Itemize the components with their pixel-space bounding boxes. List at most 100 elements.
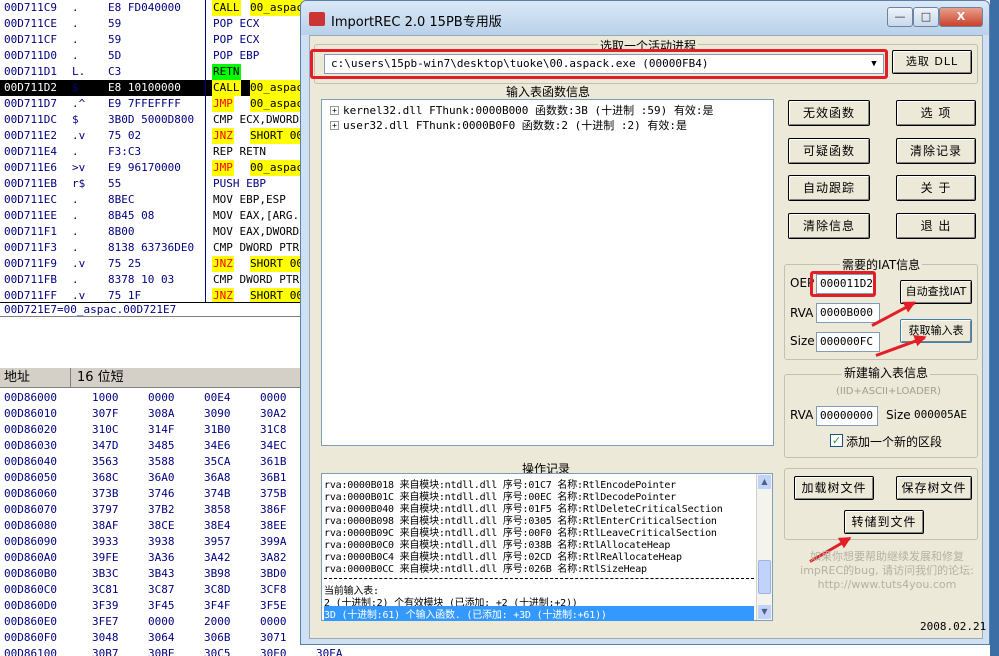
- dump-word: 3797: [92, 503, 119, 516]
- maximize-button[interactable]: □: [913, 7, 939, 27]
- disasm-hex: 8378 10 03: [108, 273, 175, 286]
- rva-input[interactable]: 0000B000: [816, 303, 880, 323]
- dump-row[interactable]: 00D86060373B3746374B375B3768: [0, 486, 343, 502]
- disasm-row[interactable]: 00D711E2.v75 02JNZSHORT 00_aspac.00D711E…: [0, 128, 320, 144]
- pick-dll-button[interactable]: 选取 DLL: [892, 50, 972, 74]
- close-button[interactable]: X: [939, 7, 983, 27]
- title-bar[interactable]: ImportREC 2.0 15PB专用版 — □ X: [301, 1, 989, 35]
- disassembly-pane[interactable]: 00D711C9.E8 FD040000CALL00_aspac.00D716C…: [0, 0, 320, 302]
- disasm-row[interactable]: 00D711C9.E8 FD040000CALL00_aspac.00D716C…: [0, 0, 320, 16]
- expand-icon[interactable]: +: [330, 106, 339, 115]
- disasm-row[interactable]: 00D711CE. 59 POP ECX: [0, 16, 320, 32]
- dump-word: 374B: [204, 487, 231, 500]
- disasm-row[interactable]: 00D711EE. 8B45 08 MOV EAX,[ARG.1]: [0, 208, 320, 224]
- disasm-row[interactable]: 00D711F3.8138 63736DE0CMP DWORD PTR DS:[…: [0, 240, 320, 256]
- scroll-down-icon[interactable]: ▼: [758, 605, 771, 619]
- disasm-row[interactable]: 00D711D0. 5D POP EBP: [0, 48, 320, 64]
- expand-icon[interactable]: +: [330, 121, 339, 130]
- log-panel[interactable]: rva:0000B018 来自模块:ntdll.dll 序号:01C7 名称:R…: [321, 473, 773, 621]
- auto-trace-button[interactable]: 自动跟踪: [788, 175, 870, 201]
- dump-row[interactable]: 00D860B03B3C3B433B983BD03BE0: [0, 566, 343, 582]
- disasm-hex: 55: [108, 177, 122, 190]
- dump-word: 3563: [92, 455, 119, 468]
- disasm-hex: 59: [108, 33, 122, 46]
- dump-header-address[interactable]: 地址: [4, 368, 30, 388]
- dump-row[interactable]: 00D860403563358835CA361B3630: [0, 454, 343, 470]
- disasm-marker: .v: [72, 289, 86, 302]
- disasm-row[interactable]: 00D711D1 L. C3 RETN: [0, 64, 320, 80]
- dump-word: 3B3C: [92, 567, 119, 580]
- imports-tree[interactable]: + kernel32.dll FThunk:0000B000 函数数:3B (十进…: [321, 99, 774, 446]
- dump-row[interactable]: 00D8608038AF38CE38E438EE3900: [0, 518, 343, 534]
- disasm-row[interactable]: 00D711EC. 8BEC MOV EBP,ESP: [0, 192, 320, 208]
- dump-row[interactable]: 00D86100 30B7 30BE 30C5 30E0 30EA: [0, 646, 343, 656]
- disasm-row[interactable]: 00D711EB r$ 55 PUSH EBP: [0, 176, 320, 192]
- disasm-row[interactable]: 00D711D2$E8 10100000CALL00_aspac.00D721E…: [0, 80, 320, 96]
- tree-item-kernel32[interactable]: + kernel32.dll FThunk:0000B000 函数数:3B (十进…: [330, 102, 714, 118]
- scroll-thumb[interactable]: [758, 560, 771, 594]
- tree-item-user32[interactable]: + user32.dll FThunk:0000B0F0 函数数:2 (十进制 :…: [330, 117, 687, 133]
- watermark-line-1: 如果你想要帮助继续发展和修复: [810, 550, 964, 563]
- load-tree-button[interactable]: 加载树文件: [794, 476, 874, 500]
- save-tree-button[interactable]: 保存树文件: [896, 476, 972, 500]
- get-imports-button[interactable]: 获取输入表: [900, 319, 972, 343]
- disasm-hex: 8138 63736DE0: [108, 241, 195, 254]
- disasm-address: 00D711CF: [4, 33, 57, 46]
- disasm-hex: 75 25: [108, 257, 142, 270]
- options-button[interactable]: 选 项: [896, 100, 976, 126]
- dump-row[interactable]: 00D86020310C314F31B031C831E8: [0, 422, 343, 438]
- dump-row[interactable]: 00D86050368C36A036A836B136C0: [0, 470, 343, 486]
- disasm-address: 00D711EB: [4, 177, 57, 190]
- new-rva-input[interactable]: 00000000: [816, 406, 878, 426]
- dump-word: 3746: [148, 487, 175, 500]
- size-input[interactable]: 000000FC: [816, 332, 880, 352]
- tree-item-label: user32.dll FThunk:0000B0F0 函数数:2 (十进制 :2…: [343, 119, 688, 132]
- disasm-marker: $: [72, 81, 79, 94]
- suspect-functions-button[interactable]: 可疑函数: [788, 138, 870, 164]
- disasm-hex: E9 96170000: [108, 161, 181, 174]
- disasm-row[interactable]: 00D711E6>vE9 96170000JMP00_aspac.00D7298…: [0, 160, 320, 176]
- dump-row[interactable]: 00D86070379737B23858386F3880: [0, 502, 343, 518]
- dump-row[interactable]: 00D860001000000000E400000000: [0, 390, 343, 406]
- exit-button[interactable]: 退 出: [896, 213, 976, 239]
- disasm-row[interactable]: 00D711FB.8378 10 03CMP DWORD PTR DS:[EAX…: [0, 272, 320, 288]
- clear-log-button[interactable]: 清除记录: [896, 138, 976, 164]
- dump-address: 00D86040: [4, 455, 57, 468]
- disasm-mnemonic: MOV EBP,ESP: [213, 193, 286, 206]
- scroll-up-icon[interactable]: ▲: [758, 475, 771, 489]
- disasm-marker: .: [72, 49, 79, 62]
- add-section-checkbox[interactable]: ✓: [830, 434, 843, 447]
- disasm-row[interactable]: 00D711E4. F3:C3 REP RETN: [0, 144, 320, 160]
- dump-word: 34EC: [260, 439, 287, 452]
- dump-row[interactable]: 00D860D03F393F453F4F3F5E3F70: [0, 598, 343, 614]
- minimize-button[interactable]: —: [887, 7, 913, 27]
- dump-row[interactable]: 00D860A039FE3A363A423A823A90: [0, 550, 343, 566]
- dump-row[interactable]: 00D860E03FE70000200000000000: [0, 614, 343, 630]
- dump-row[interactable]: 00D86010307F308A309030A230AE: [0, 406, 343, 422]
- disasm-marker: r$: [72, 177, 86, 190]
- dump-word: 0000: [260, 391, 287, 404]
- log-summary-functions[interactable]: 3D (十进制:61) 个输入函数. (已添加: +3D (十进制:+61)): [324, 606, 754, 621]
- dump-row[interactable]: 00D86090393339383957399A39B0: [0, 534, 343, 550]
- disasm-row[interactable]: 00D711F1.8B00MOV EAX,DWORD PTR DS:[EAX]: [0, 224, 320, 240]
- new-import-group-label: 新建输入表信息: [842, 364, 931, 381]
- about-button[interactable]: 关 于: [896, 175, 976, 201]
- dump-row[interactable]: 00D860C03C813C873C8D3CF83D00: [0, 582, 343, 598]
- disasm-row[interactable]: 00D711FF.v75 1FJNZSHORT 00_aspac.00D7122…: [0, 288, 320, 302]
- dump-header-mode[interactable]: 16 位短: [70, 368, 124, 388]
- disasm-row[interactable]: 00D711D7.^E9 7FFEFFFFJMP00_aspac.00D7105…: [0, 96, 320, 112]
- invalid-functions-button[interactable]: 无效函数: [788, 100, 870, 126]
- new-import-hint: (IID+ASCII+LOADER): [836, 386, 941, 397]
- dump-word: 30B7: [92, 647, 119, 656]
- dump-row[interactable]: 00D86030347D348534E634EC3502: [0, 438, 343, 454]
- watermark-line-3[interactable]: http://www.tuts4you.com: [794, 578, 980, 592]
- disasm-row[interactable]: 00D711F9.v75 25JNZSHORT 00_aspac.00D7122…: [0, 256, 320, 272]
- dump-word: 347D: [92, 439, 119, 452]
- disasm-row[interactable]: 00D711DC$3B0D 5000D800CMP ECX,DWORD PTR …: [0, 112, 320, 128]
- dump-word: 0000: [260, 615, 287, 628]
- log-scrollbar[interactable]: ▲ ▼: [756, 474, 772, 620]
- disasm-row[interactable]: 00D711CF. 59 POP ECX: [0, 32, 320, 48]
- dump-row[interactable]: 00D860F030483064306B30713080: [0, 630, 343, 646]
- clear-info-button[interactable]: 清除信息: [788, 213, 870, 239]
- dump-to-file-button[interactable]: 转储到文件: [844, 510, 924, 534]
